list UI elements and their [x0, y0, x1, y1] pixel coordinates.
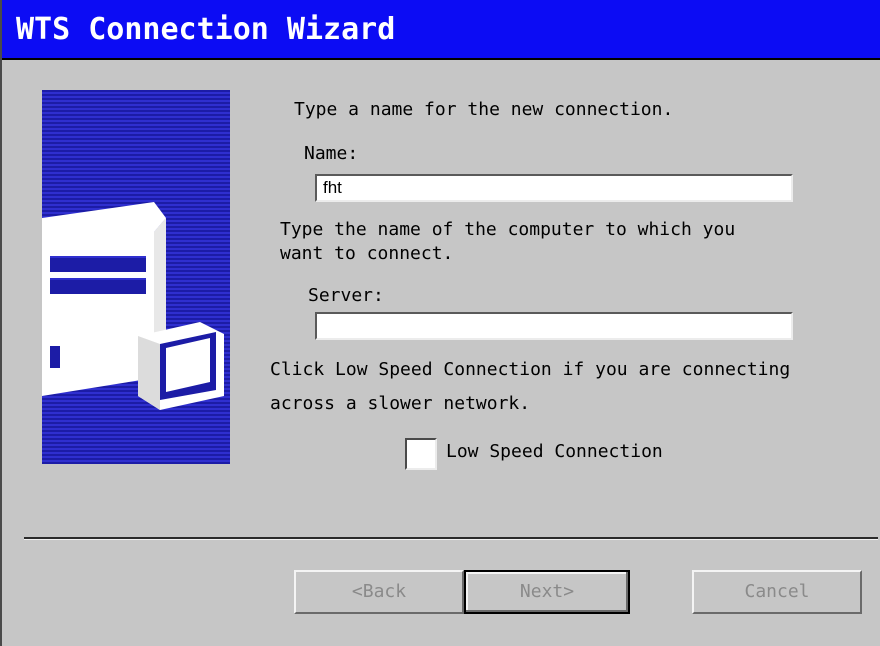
wizard-banner — [42, 90, 230, 464]
window-title: WTS Connection Wizard — [16, 12, 396, 47]
low-speed-checkbox[interactable] — [405, 438, 437, 470]
back-button[interactable]: <Back — [294, 570, 464, 614]
server-label: Server: — [308, 285, 384, 306]
separator — [24, 537, 878, 540]
low-speed-label[interactable]: Low Speed Connection — [446, 440, 663, 464]
server-field[interactable] — [315, 312, 793, 340]
next-button[interactable]: Next> — [464, 570, 630, 614]
computer-server-icon — [42, 202, 224, 410]
name-field[interactable] — [315, 174, 793, 202]
wizard-window: WTS Connection Wizard Type a name for th… — [0, 0, 880, 646]
server-instruction-line1: Type the name of the computer to which y… — [280, 219, 736, 240]
speed-instruction-line1: Click Low Speed Connection if you are co… — [270, 359, 791, 380]
title-bar[interactable]: WTS Connection Wizard — [2, 0, 880, 60]
name-instruction: Type a name for the new connection. — [294, 99, 674, 120]
name-label: Name: — [304, 143, 359, 164]
cancel-button[interactable]: Cancel — [692, 570, 862, 614]
speed-instruction-line2: across a slower network. — [270, 393, 531, 414]
server-instruction-line2: want to connect. — [280, 243, 454, 264]
